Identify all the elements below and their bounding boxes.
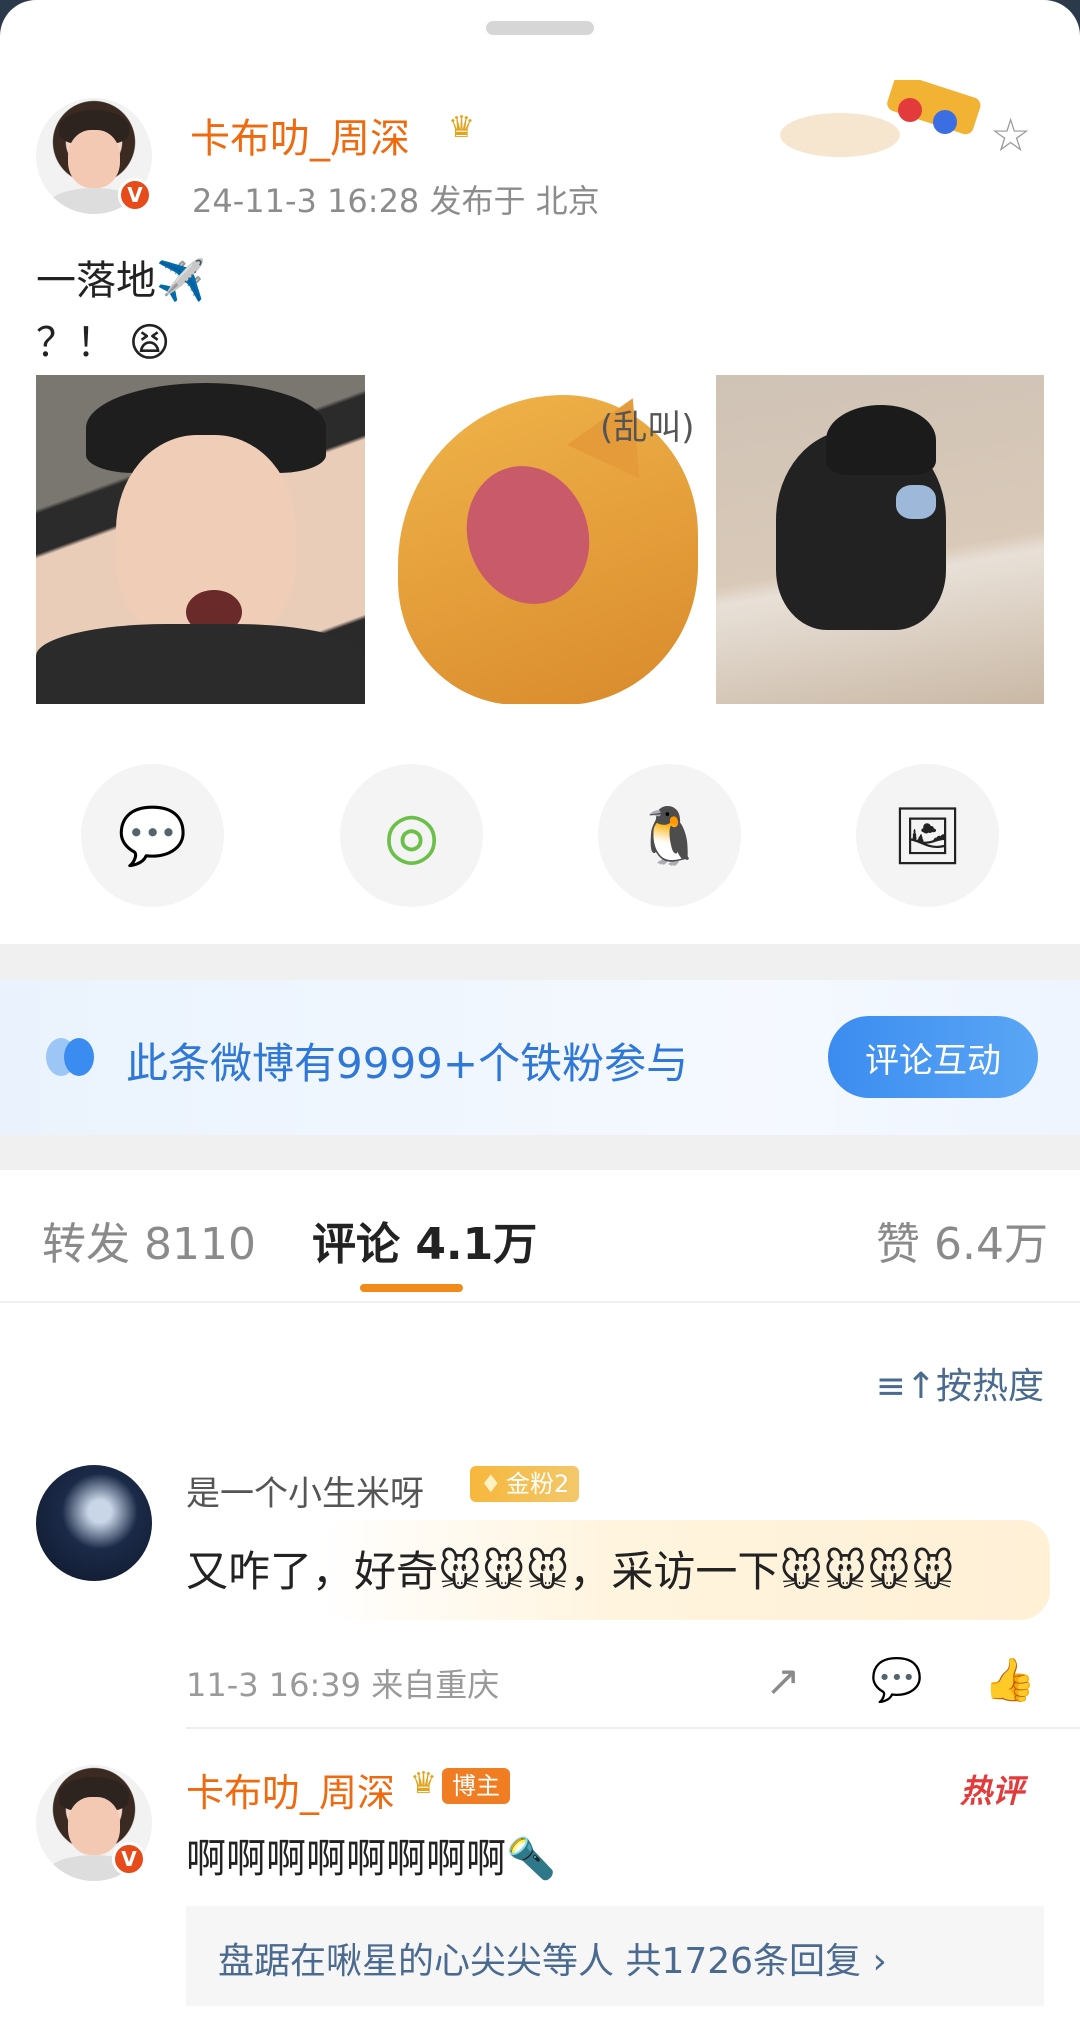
comment-separator	[186, 1727, 1080, 1729]
post-image-1[interactable]	[36, 375, 365, 704]
cat-caption: (乱叫)	[600, 408, 695, 448]
fans-count-text: 此条微博有9999+个铁粉参与	[126, 1039, 689, 1088]
blogger-badge: 博主	[442, 1768, 510, 1804]
gold-fan-badge: 金粉2	[470, 1466, 580, 1502]
post-meta: 24-11-3 16:28 发布于 北京	[192, 182, 600, 220]
post-detail-sheet: V 卡布叻_周深 ♛ 24-11-3 16:28 发布于 北京 ☆ 一落地✈️ …	[0, 0, 1080, 2033]
comment-meta: 11-3 16:39 来自重庆	[186, 1666, 500, 1704]
tab-repost[interactable]: 转发 8110	[42, 1208, 256, 1272]
author-name[interactable]: 卡布叻_周深	[190, 106, 410, 164]
replies-summary[interactable]: 盘踞在啾星的心尖尖等人 共1726条回复 ›	[186, 1906, 1044, 2006]
share-comment-icon[interactable]: ↗	[758, 1655, 808, 1705]
reply-comment-icon[interactable]: 💬	[871, 1655, 923, 1705]
save-image-button[interactable]: 🖼	[856, 764, 999, 907]
share-moments-button[interactable]: ◎	[340, 764, 483, 907]
commenter-avatar[interactable]	[36, 1465, 152, 1581]
comment-text: 又咋了，好奇🐭🐭🐭，采访一下🐭🐭🐭🐭	[186, 1547, 955, 1596]
qq-icon: 🐧	[634, 803, 705, 869]
share-wechat-button[interactable]: 💬	[81, 764, 224, 907]
tab-likes[interactable]: 赞 6.4万	[876, 1208, 1048, 1272]
verified-badge-icon: V	[112, 1842, 146, 1876]
share-qq-button[interactable]: 🐧	[598, 764, 741, 907]
iron-fans-banner: 此条微博有9999+个铁粉参与 评论互动	[0, 980, 1080, 1135]
comment-interact-button[interactable]: 评论互动	[828, 1016, 1038, 1098]
wechat-icon: 💬	[117, 803, 188, 869]
section-divider	[0, 944, 1080, 980]
blogger-comment-text: 啊啊啊啊啊啊啊啊🔦	[186, 1836, 556, 1882]
post-image-3[interactable]	[716, 375, 1044, 704]
blogger-name[interactable]: 卡布叻_周深	[186, 1762, 395, 1817]
commenter-name[interactable]: 是一个小生米呀	[186, 1466, 424, 1515]
active-tab-indicator	[360, 1284, 463, 1292]
post-text-line-2: ？！ 😫	[36, 320, 171, 366]
favorite-star-icon[interactable]: ☆	[990, 108, 1031, 162]
crown-icon: ♛	[410, 1766, 437, 1801]
replies-summary-text: 盘踞在啾星的心尖尖等人 共1726条回复 ›	[218, 1941, 887, 1982]
3d-glasses-decoration-icon	[780, 80, 981, 157]
save-image-icon: 🖼	[891, 803, 964, 869]
tab-comments[interactable]: 评论 4.1万	[312, 1208, 537, 1272]
like-comment-icon[interactable]: 👍	[984, 1655, 1036, 1705]
drag-handle[interactable]	[486, 21, 594, 35]
verified-badge-icon: V	[118, 178, 152, 212]
hot-comment-badge: 热评	[960, 1772, 1025, 1810]
section-divider	[0, 1135, 1080, 1170]
sort-by-hot-button[interactable]: ≡↑按热度	[876, 1357, 1044, 1409]
post-text-line-1: 一落地✈️	[36, 258, 206, 304]
moments-icon: ◎	[383, 798, 440, 873]
fans-arrow-icon	[46, 1038, 100, 1076]
tab-divider	[0, 1301, 1080, 1303]
crown-icon: ♛	[448, 110, 475, 145]
